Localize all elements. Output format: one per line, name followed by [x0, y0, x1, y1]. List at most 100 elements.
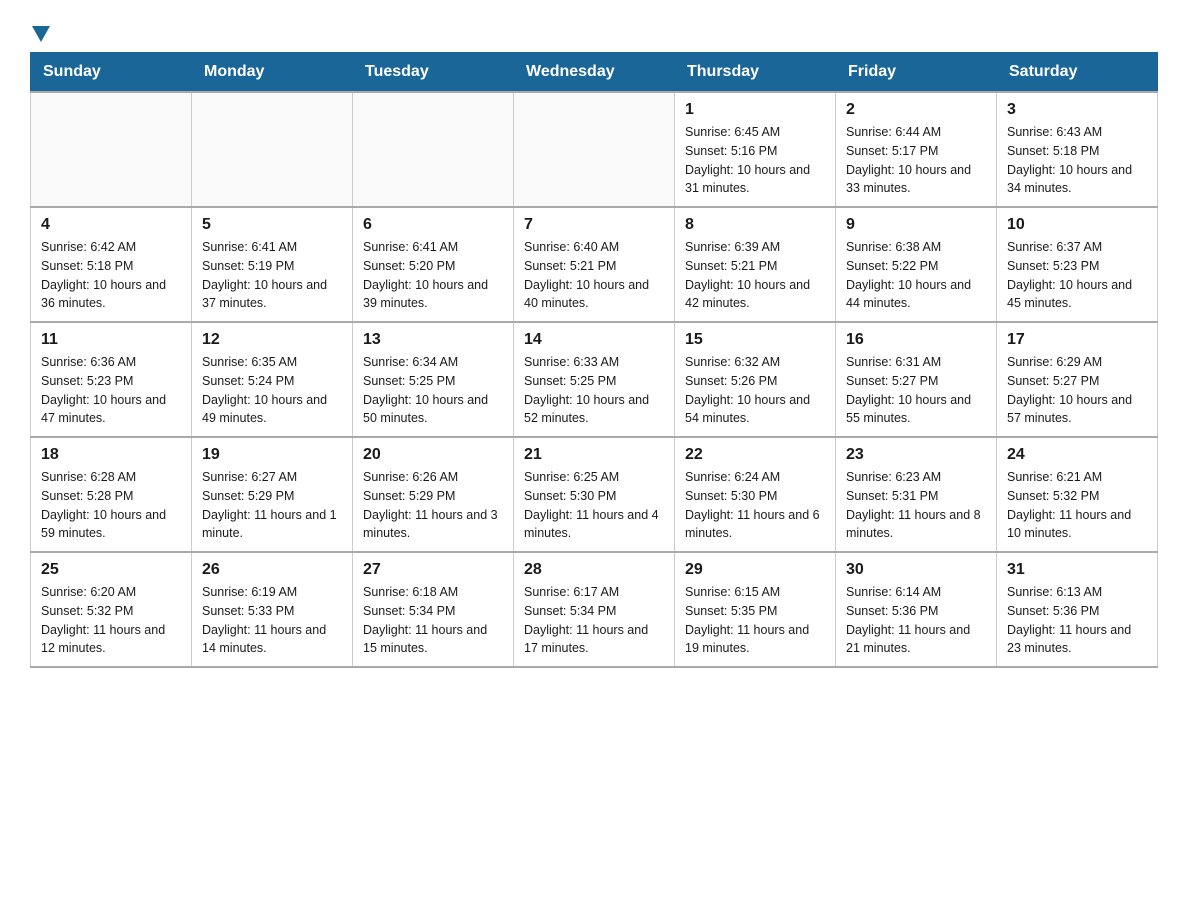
calendar-cell: 24 Sunrise: 6:21 AM Sunset: 5:32 PM Dayli… — [997, 437, 1158, 552]
calendar-cell: 13 Sunrise: 6:34 AM Sunset: 5:25 PM Dayli… — [353, 322, 514, 437]
calendar-header-row: SundayMondayTuesdayWednesdayThursdayFrid… — [31, 53, 1158, 93]
calendar-cell: 30 Sunrise: 6:14 AM Sunset: 5:36 PM Dayli… — [836, 552, 997, 667]
day-number: 18 — [41, 446, 181, 464]
calendar-cell: 18 Sunrise: 6:28 AM Sunset: 5:28 PM Dayli… — [31, 437, 192, 552]
calendar-week-row: 4 Sunrise: 6:42 AM Sunset: 5:18 PM Daylig… — [31, 207, 1158, 322]
day-info: Sunrise: 6:36 AM Sunset: 5:23 PM Dayligh… — [41, 353, 181, 428]
calendar-cell: 31 Sunrise: 6:13 AM Sunset: 5:36 PM Dayli… — [997, 552, 1158, 667]
day-number: 11 — [41, 331, 181, 349]
calendar-cell: 19 Sunrise: 6:27 AM Sunset: 5:29 PM Dayli… — [192, 437, 353, 552]
calendar-cell — [31, 92, 192, 207]
day-info: Sunrise: 6:24 AM Sunset: 5:30 PM Dayligh… — [685, 468, 825, 543]
calendar-header-monday: Monday — [192, 53, 353, 93]
calendar-cell — [514, 92, 675, 207]
day-number: 8 — [685, 216, 825, 234]
logo — [30, 20, 50, 42]
day-info: Sunrise: 6:28 AM Sunset: 5:28 PM Dayligh… — [41, 468, 181, 543]
day-number: 15 — [685, 331, 825, 349]
day-info: Sunrise: 6:42 AM Sunset: 5:18 PM Dayligh… — [41, 238, 181, 313]
page-header — [30, 20, 1158, 42]
calendar-cell: 23 Sunrise: 6:23 AM Sunset: 5:31 PM Dayli… — [836, 437, 997, 552]
day-number: 27 — [363, 561, 503, 579]
day-info: Sunrise: 6:40 AM Sunset: 5:21 PM Dayligh… — [524, 238, 664, 313]
calendar-cell: 6Sunrise: 6:41 AM Sunset: 5:20 PM Daylig… — [353, 207, 514, 322]
day-number: 19 — [202, 446, 342, 464]
day-number: 21 — [524, 446, 664, 464]
day-info: Sunrise: 6:23 AM Sunset: 5:31 PM Dayligh… — [846, 468, 986, 543]
calendar-week-row: 18 Sunrise: 6:28 AM Sunset: 5:28 PM Dayli… — [31, 437, 1158, 552]
calendar-cell: 1 Sunrise: 6:45 AM Sunset: 5:16 PM Daylig… — [675, 92, 836, 207]
day-info: Sunrise: 6:35 AM Sunset: 5:24 PM Dayligh… — [202, 353, 342, 428]
day-number: 30 — [846, 561, 986, 579]
day-number: 10 — [1007, 216, 1147, 234]
day-number: 1 — [685, 101, 825, 119]
day-info: Sunrise: 6:34 AM Sunset: 5:25 PM Dayligh… — [363, 353, 503, 428]
calendar-cell: 22 Sunrise: 6:24 AM Sunset: 5:30 PM Dayli… — [675, 437, 836, 552]
day-info: Sunrise: 6:45 AM Sunset: 5:16 PM Dayligh… — [685, 123, 825, 198]
day-info: Sunrise: 6:27 AM Sunset: 5:29 PM Dayligh… — [202, 468, 342, 543]
day-number: 9 — [846, 216, 986, 234]
day-number: 7 — [524, 216, 664, 234]
day-number: 16 — [846, 331, 986, 349]
calendar-cell: 10 Sunrise: 6:37 AM Sunset: 5:23 PM Dayli… — [997, 207, 1158, 322]
calendar-header-friday: Friday — [836, 53, 997, 93]
day-info: Sunrise: 6:17 AM Sunset: 5:34 PM Dayligh… — [524, 583, 664, 658]
day-number: 28 — [524, 561, 664, 579]
day-info: Sunrise: 6:31 AM Sunset: 5:27 PM Dayligh… — [846, 353, 986, 428]
calendar-header-saturday: Saturday — [997, 53, 1158, 93]
day-number: 5 — [202, 216, 342, 234]
day-info: Sunrise: 6:39 AM Sunset: 5:21 PM Dayligh… — [685, 238, 825, 313]
day-number: 22 — [685, 446, 825, 464]
day-number: 2 — [846, 101, 986, 119]
day-info: Sunrise: 6:43 AM Sunset: 5:18 PM Dayligh… — [1007, 123, 1147, 198]
calendar-cell: 11 Sunrise: 6:36 AM Sunset: 5:23 PM Dayli… — [31, 322, 192, 437]
calendar-cell: 27 Sunrise: 6:18 AM Sunset: 5:34 PM Dayli… — [353, 552, 514, 667]
day-info: Sunrise: 6:32 AM Sunset: 5:26 PM Dayligh… — [685, 353, 825, 428]
calendar-cell: 14Sunrise: 6:33 AM Sunset: 5:25 PM Dayli… — [514, 322, 675, 437]
calendar-header-thursday: Thursday — [675, 53, 836, 93]
calendar-cell: 28 Sunrise: 6:17 AM Sunset: 5:34 PM Dayli… — [514, 552, 675, 667]
day-info: Sunrise: 6:26 AM Sunset: 5:29 PM Dayligh… — [363, 468, 503, 543]
day-info: Sunrise: 6:13 AM Sunset: 5:36 PM Dayligh… — [1007, 583, 1147, 658]
day-number: 17 — [1007, 331, 1147, 349]
calendar-header-sunday: Sunday — [31, 53, 192, 93]
calendar-header-wednesday: Wednesday — [514, 53, 675, 93]
day-info: Sunrise: 6:15 AM Sunset: 5:35 PM Dayligh… — [685, 583, 825, 658]
calendar-cell — [353, 92, 514, 207]
day-info: Sunrise: 6:20 AM Sunset: 5:32 PM Dayligh… — [41, 583, 181, 658]
day-number: 12 — [202, 331, 342, 349]
day-info: Sunrise: 6:14 AM Sunset: 5:36 PM Dayligh… — [846, 583, 986, 658]
calendar-week-row: 1 Sunrise: 6:45 AM Sunset: 5:16 PM Daylig… — [31, 92, 1158, 207]
day-number: 13 — [363, 331, 503, 349]
day-info: Sunrise: 6:44 AM Sunset: 5:17 PM Dayligh… — [846, 123, 986, 198]
calendar-cell: 15 Sunrise: 6:32 AM Sunset: 5:26 PM Dayli… — [675, 322, 836, 437]
calendar-cell: 12 Sunrise: 6:35 AM Sunset: 5:24 PM Dayli… — [192, 322, 353, 437]
calendar-cell: 20 Sunrise: 6:26 AM Sunset: 5:29 PM Dayli… — [353, 437, 514, 552]
calendar-cell — [192, 92, 353, 207]
day-number: 4 — [41, 216, 181, 234]
calendar-cell: 4 Sunrise: 6:42 AM Sunset: 5:18 PM Daylig… — [31, 207, 192, 322]
day-info: Sunrise: 6:33 AM Sunset: 5:25 PM Dayligh… — [524, 353, 664, 428]
day-number: 31 — [1007, 561, 1147, 579]
day-number: 3 — [1007, 101, 1147, 119]
calendar-cell: 29 Sunrise: 6:15 AM Sunset: 5:35 PM Dayli… — [675, 552, 836, 667]
day-number: 29 — [685, 561, 825, 579]
day-info: Sunrise: 6:25 AM Sunset: 5:30 PM Dayligh… — [524, 468, 664, 543]
day-number: 23 — [846, 446, 986, 464]
day-info: Sunrise: 6:21 AM Sunset: 5:32 PM Dayligh… — [1007, 468, 1147, 543]
day-info: Sunrise: 6:38 AM Sunset: 5:22 PM Dayligh… — [846, 238, 986, 313]
calendar-week-row: 11 Sunrise: 6:36 AM Sunset: 5:23 PM Dayli… — [31, 322, 1158, 437]
day-number: 20 — [363, 446, 503, 464]
calendar-cell: 2 Sunrise: 6:44 AM Sunset: 5:17 PM Daylig… — [836, 92, 997, 207]
day-info: Sunrise: 6:41 AM Sunset: 5:20 PM Dayligh… — [363, 238, 503, 313]
day-number: 24 — [1007, 446, 1147, 464]
day-info: Sunrise: 6:18 AM Sunset: 5:34 PM Dayligh… — [363, 583, 503, 658]
calendar-header-tuesday: Tuesday — [353, 53, 514, 93]
day-info: Sunrise: 6:37 AM Sunset: 5:23 PM Dayligh… — [1007, 238, 1147, 313]
calendar-table: SundayMondayTuesdayWednesdayThursdayFrid… — [30, 52, 1158, 668]
calendar-cell: 3 Sunrise: 6:43 AM Sunset: 5:18 PM Daylig… — [997, 92, 1158, 207]
calendar-cell: 8 Sunrise: 6:39 AM Sunset: 5:21 PM Daylig… — [675, 207, 836, 322]
calendar-cell: 21 Sunrise: 6:25 AM Sunset: 5:30 PM Dayli… — [514, 437, 675, 552]
day-number: 25 — [41, 561, 181, 579]
calendar-cell: 26Sunrise: 6:19 AM Sunset: 5:33 PM Dayli… — [192, 552, 353, 667]
